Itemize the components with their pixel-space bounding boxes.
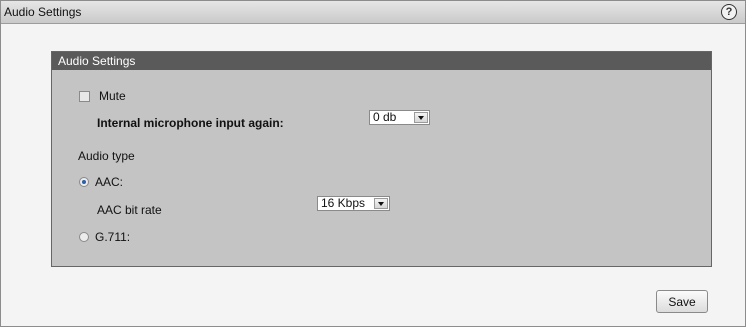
aac-bitrate-row: AAC bit rate [97,203,162,217]
chevron-down-icon[interactable] [374,198,388,209]
aac-bitrate-select[interactable]: 16 Kbps [317,196,390,211]
g711-radio[interactable] [79,232,89,242]
page-title: Audio Settings [4,5,82,19]
mute-row: Mute [79,89,126,103]
g711-row[interactable]: G.711: [79,230,130,244]
aac-row[interactable]: AAC: [79,175,123,189]
mic-gain-row: Internal microphone input again: [97,116,284,130]
aac-bitrate-value: 16 Kbps [321,196,366,210]
page-header: Audio Settings ? [1,1,745,24]
aac-bitrate-label: AAC bit rate [97,203,162,217]
mic-gain-label: Internal microphone input again: [97,116,284,130]
mute-label: Mute [99,89,126,103]
panel-title: Audio Settings [52,52,711,70]
aac-label: AAC: [95,175,124,189]
mic-gain-value: 0 db [373,110,397,124]
page-frame: Audio Settings ? Audio Settings Mute Int… [0,0,746,327]
g711-label: G.711: [95,230,131,244]
mic-gain-select[interactable]: 0 db [369,110,430,125]
audio-type-label: Audio type [78,149,135,163]
audio-settings-panel: Audio Settings Mute Internal microphone … [51,51,712,267]
chevron-down-icon[interactable] [414,112,428,123]
help-icon[interactable]: ? [721,4,737,20]
audio-type-row: Audio type [78,149,135,163]
aac-radio[interactable] [79,177,89,187]
save-button[interactable]: Save [656,290,708,313]
mute-checkbox[interactable] [79,90,90,102]
